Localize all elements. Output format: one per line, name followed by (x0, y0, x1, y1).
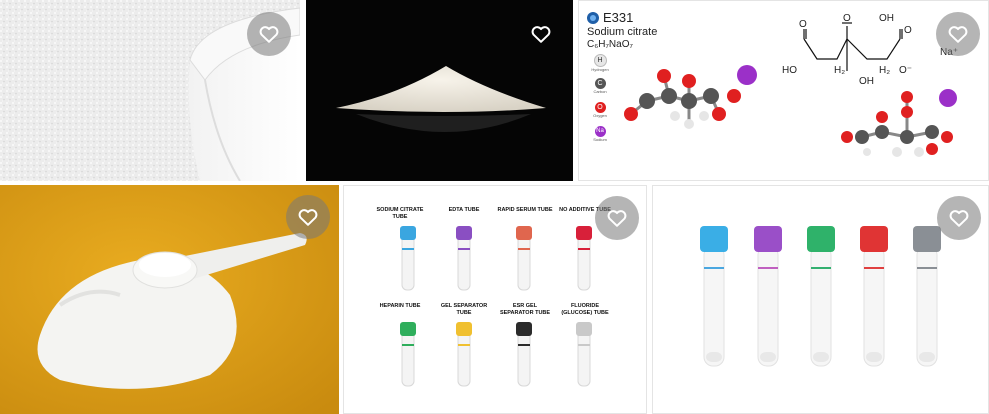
struct-h2-left: H₂ (834, 65, 846, 76)
heart-icon (607, 210, 627, 227)
chart-tube (456, 322, 472, 387)
photo-tube (913, 226, 941, 367)
product-image-4[interactable] (0, 185, 339, 414)
legend-swatch: C (594, 78, 606, 89)
legend-swatch: Na (594, 126, 606, 137)
chart-tube (576, 226, 592, 291)
product-image-2[interactable] (306, 0, 573, 181)
legend-label: Hydrogen (591, 67, 609, 72)
heart-icon (531, 26, 551, 43)
sodium-atom (737, 65, 757, 85)
product-image-1[interactable] (0, 0, 300, 181)
chart-tube (400, 226, 416, 291)
product-image-6[interactable] (652, 185, 989, 414)
heart-icon (949, 210, 969, 227)
product-image-5[interactable]: SODIUM CITRATE TUBE EDTA TUBE RAPID SERU… (343, 185, 647, 414)
chart-tube (516, 322, 532, 387)
e331-badge-icon (587, 12, 599, 24)
photo-tube (754, 226, 782, 367)
favorite-button[interactable] (595, 196, 639, 240)
compound-formula: C₆H₇NaO₇ (587, 39, 633, 50)
photo-tube (700, 226, 728, 367)
favorite-button[interactable] (519, 12, 563, 56)
chart-tube (576, 322, 592, 387)
legend-swatch: O (594, 102, 606, 113)
chart-tube (456, 226, 472, 291)
struct-o-left: O (799, 19, 807, 30)
struct-o-top: O (843, 13, 851, 24)
legend-label: Sodium (593, 137, 607, 142)
atom-legend: H Hydrogen C Carbon O Oxygen Na Sodium (588, 54, 612, 150)
struct-o-minus: O⁻ (899, 65, 913, 76)
heart-icon (259, 26, 279, 43)
compound-name: Sodium citrate (587, 26, 658, 38)
legend-item-oxygen: O Oxygen (588, 102, 612, 126)
legend-item-carbon: C Carbon (588, 78, 612, 102)
chart-tube (516, 226, 532, 291)
struct-h2-right: H₂ (879, 65, 891, 76)
legend-swatch: H (593, 54, 607, 67)
favorite-button[interactable] (937, 196, 981, 240)
chart-tube (400, 322, 416, 387)
heart-icon (948, 26, 968, 43)
legend-item-hydrogen: H Hydrogen (588, 54, 612, 78)
legend-item-sodium: Na Sodium (588, 126, 612, 150)
favorite-button[interactable] (936, 12, 980, 56)
struct-oh-mid: OH (859, 76, 874, 87)
struct-ho-left: HO (782, 65, 797, 76)
legend-label: Oxygen (593, 113, 607, 118)
struct-oh-top: OH (879, 13, 894, 24)
heart-icon (298, 209, 318, 226)
product-image-3[interactable]: E331 Sodium citrate C₆H₇NaO₇ H Hydrogen … (578, 0, 989, 181)
legend-label: Carbon (593, 89, 607, 94)
sodium-atom (939, 89, 957, 107)
favorite-button[interactable] (247, 12, 291, 56)
favorite-button[interactable] (286, 195, 330, 239)
e-number: E331 (603, 10, 634, 25)
struct-o-right: O (904, 25, 912, 36)
photo-tube (860, 226, 888, 367)
photo-tube (807, 226, 835, 367)
